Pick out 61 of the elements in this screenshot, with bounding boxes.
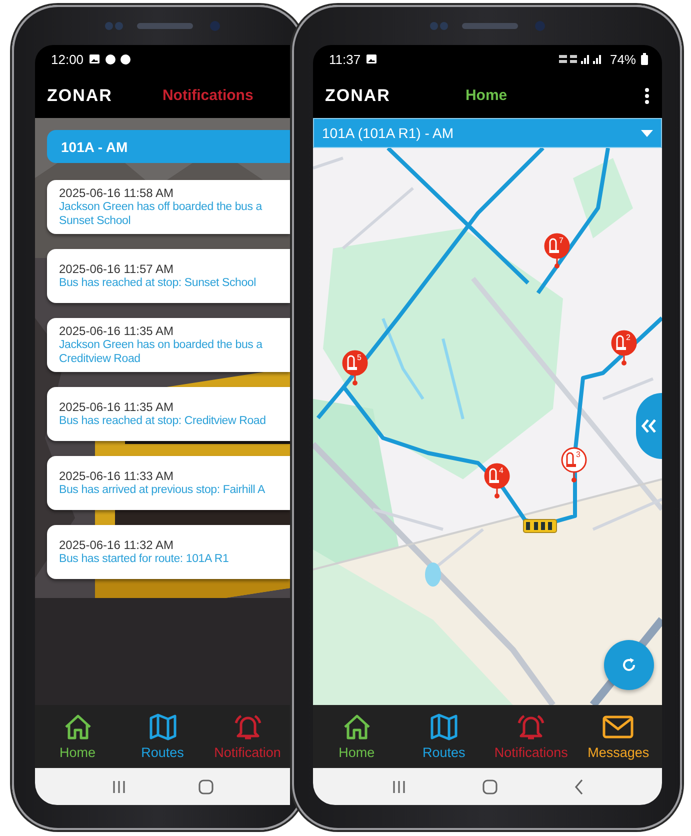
caret-icon	[641, 130, 653, 136]
logo: ZONAR	[325, 86, 390, 106]
stop-marker[interactable]: 7	[544, 233, 570, 269]
notification-message: Bus has started for route: 101A R1	[59, 552, 230, 566]
battery-icon	[641, 53, 648, 65]
refresh-icon	[621, 657, 637, 673]
battery-level: 74%	[610, 52, 636, 66]
stop-marker[interactable]: 4	[484, 463, 510, 499]
recent-apps-icon[interactable]	[110, 780, 127, 794]
bus-icon	[523, 519, 557, 533]
notification-time: 2025-06-16 11:57 AM	[59, 262, 175, 276]
stop-number: 4	[499, 466, 504, 475]
notification-time: 2025-06-16 11:58 AM	[59, 186, 175, 200]
nav-tab[interactable]: Home	[35, 705, 120, 768]
notification-card[interactable]: 2025-06-16 11:57 AM Bus has reached at stop: Sunset School	[47, 249, 290, 303]
nav-tab[interactable]: Messages	[574, 705, 662, 768]
nav-tab[interactable]: Home	[313, 705, 400, 768]
stop-marker[interactable]: 3	[561, 447, 587, 483]
notification-card[interactable]: 2025-06-16 11:35 AM Bus has reached at stop: Creditview Road	[47, 387, 290, 441]
bus-stop-icon	[544, 233, 570, 269]
stop-marker[interactable]: 2	[611, 330, 637, 366]
screen-title: Home	[465, 87, 508, 104]
bus-stop-icon	[561, 447, 587, 483]
image-icon	[366, 54, 377, 64]
nav-tab[interactable]: Routes	[120, 705, 205, 768]
screen-title: Notifications	[162, 87, 254, 104]
notification-time: 2025-06-16 11:32 AM	[59, 538, 175, 552]
stop-number: 5	[357, 353, 362, 362]
notification-message: Jackson Green has off boarded the bus a Sunset School	[59, 200, 264, 228]
notification-message: Bus has arrived at previous stop: Fairhill A	[59, 482, 266, 498]
nav-tab[interactable]: Routes	[400, 705, 488, 768]
notification-card[interactable]: 2025-06-16 11:58 AM Jackson Green has off boarded the bus a Sunset School	[47, 180, 290, 234]
status-time: 11:37	[329, 52, 361, 66]
stop-number: 3	[576, 450, 580, 459]
notification-time: 2025-06-16 11:33 AM	[59, 468, 175, 483]
home-button-icon[interactable]	[482, 778, 498, 794]
notification-time: 2025-06-16 11:35 AM	[59, 400, 175, 414]
logo: ZONAR	[47, 86, 112, 106]
route-header: 101A - AM	[47, 130, 290, 163]
route-dropdown[interactable]: 101A (101A R1) - AM	[313, 118, 662, 148]
notification-message: Bus has reached at stop: Creditview Road	[59, 414, 267, 428]
notification-message: Jackson Green has on boarded the bus a Creditview Road	[59, 338, 264, 366]
stop-number: 2	[626, 333, 630, 342]
notification-time: 2025-06-16 11:35 AM	[59, 324, 175, 338]
bus-stop-icon	[342, 350, 368, 386]
notification-card[interactable]: 2025-06-16 11:35 AM Jackson Green has on boarded the bus a Creditview Road	[47, 318, 290, 372]
double-chevron-icon	[641, 419, 657, 433]
bus-stop-icon	[611, 330, 637, 366]
status-time: 12:00	[51, 52, 84, 66]
stop-marker[interactable]: 5	[342, 350, 368, 386]
notification-dots-icon	[104, 54, 131, 64]
notification-card[interactable]: 2025-06-16 11:33 AM Bus has arrived at previous stop: Fairhill A	[47, 456, 290, 510]
notification-message: Bus has reached at stop: Sunset School	[59, 276, 257, 290]
bus-stop-icon	[484, 463, 510, 499]
more-options-icon[interactable]	[644, 88, 650, 104]
image-icon	[88, 54, 100, 64]
back-icon[interactable]	[574, 778, 584, 794]
home-button-icon[interactable]	[198, 778, 214, 794]
stop-number: 7	[559, 236, 564, 245]
recent-apps-icon[interactable]	[390, 780, 407, 794]
notification-card[interactable]: 2025-06-16 11:32 AM Bus has started for route: 101A R1	[47, 525, 290, 579]
